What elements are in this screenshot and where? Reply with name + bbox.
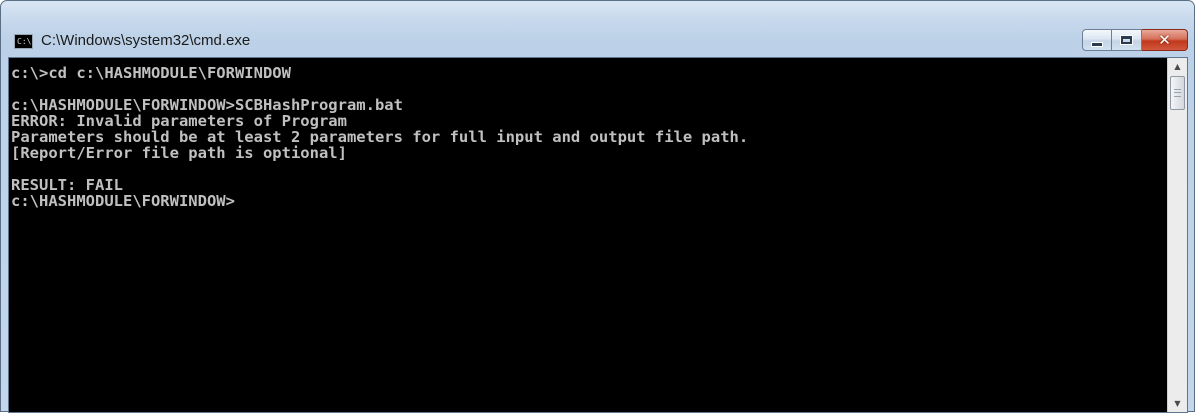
vertical-scrollbar[interactable]: ▲ ▼ [1167,58,1187,412]
window-title: C:\Windows\system32\cmd.exe [41,32,251,49]
console-output[interactable]: c:\>cd c:\HASHMODULE\FORWINDOW c:\HASHMOD… [9,58,1167,412]
minimize-icon [1092,42,1102,46]
console-area[interactable]: c:\>cd c:\HASHMODULE\FORWINDOW c:\HASHMOD… [8,57,1188,413]
console-line: Parameters should be at least 2 paramete… [11,128,749,146]
maximize-button[interactable] [1112,29,1142,51]
console-line: RESULT: FAIL [11,176,123,194]
scroll-thumb[interactable] [1170,76,1185,110]
console-line: c:\HASHMODULE\FORWINDOW>SCBHashProgram.b… [11,96,403,114]
cmd-icon: C:\. [14,34,33,49]
scroll-down-arrow-icon[interactable]: ▼ [1168,395,1187,412]
console-line: c:\>cd c:\HASHMODULE\FORWINDOW [11,64,291,82]
minimize-button[interactable] [1082,29,1112,51]
console-line: ERROR: Invalid parameters of Program [11,112,347,130]
scroll-up-arrow-icon[interactable]: ▲ [1168,58,1187,75]
console-window: C:\. C:\Windows\system32\cmd.exe ✕ c:\>c… [0,0,1195,413]
close-icon: ✕ [1158,30,1171,49]
grip-icon [1174,89,1181,97]
close-button[interactable]: ✕ [1142,29,1188,51]
maximize-icon [1121,36,1132,44]
window-controls: ✕ [1082,29,1188,53]
console-line: c:\HASHMODULE\FORWINDOW> [11,192,235,210]
console-line: [Report/Error file path is optional] [11,144,347,162]
title-bar[interactable]: C:\. C:\Windows\system32\cmd.exe ✕ [1,1,1194,57]
